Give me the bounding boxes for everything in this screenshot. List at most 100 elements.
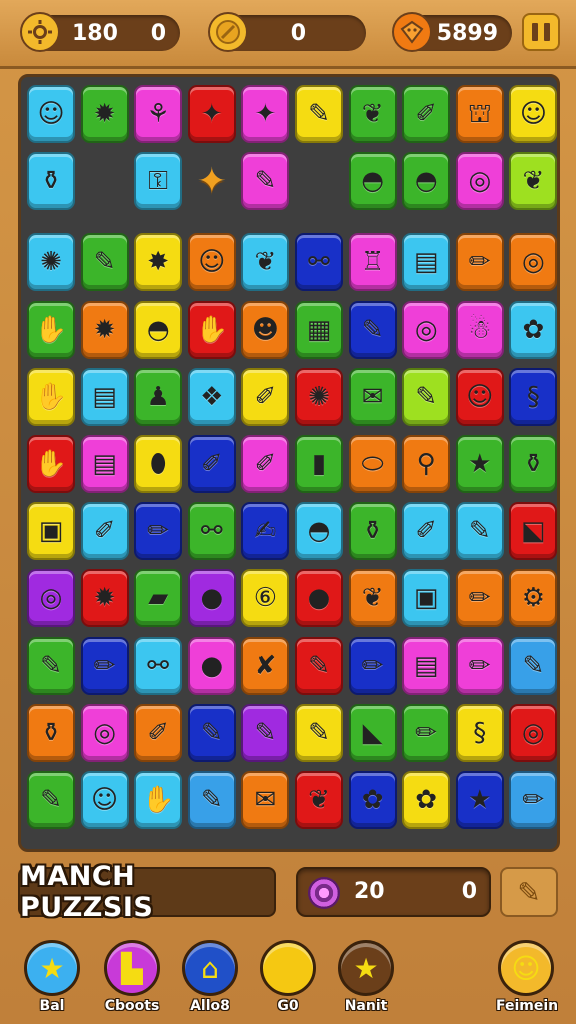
nav-item-5[interactable]: ★ Nanit — [336, 940, 396, 1014]
tile[interactable]: ◎ — [27, 569, 75, 628]
tile[interactable]: ⬮ — [134, 435, 183, 493]
tile[interactable]: ✦ — [187, 85, 236, 143]
tile[interactable]: ☺ — [80, 771, 129, 829]
hammer-tool-button[interactable]: ✎ — [500, 867, 558, 917]
tile[interactable]: ★ — [455, 435, 504, 493]
tile[interactable]: ✏ — [455, 636, 504, 695]
tile[interactable]: ⚱ — [27, 152, 75, 211]
tile[interactable]: ◓ — [402, 152, 451, 211]
tile[interactable]: ✏ — [402, 703, 451, 762]
nav-item-4[interactable]: ● G0 — [258, 940, 318, 1014]
tile[interactable]: ▣ — [27, 502, 75, 561]
tile[interactable]: ◓ — [295, 502, 343, 561]
tile[interactable]: ▮ — [295, 435, 343, 493]
tile[interactable]: ✿ — [402, 771, 451, 829]
tile[interactable]: ◎ — [455, 152, 504, 211]
tile[interactable]: ♖ — [348, 233, 397, 292]
tile[interactable]: ▤ — [402, 636, 451, 695]
tile[interactable]: ⚘ — [134, 85, 183, 143]
tile[interactable]: ✋ — [27, 300, 75, 359]
tile[interactable]: ▰ — [134, 569, 183, 628]
tile[interactable]: ✎ — [27, 771, 75, 829]
tile[interactable]: ⚱ — [348, 502, 397, 561]
tile[interactable]: ● — [295, 569, 343, 628]
nav-item-2[interactable]: ▙ Cboots — [102, 940, 162, 1014]
tile[interactable]: ✋ — [27, 367, 75, 426]
tile[interactable]: ▣ — [402, 569, 451, 628]
tile[interactable]: ✏ — [80, 636, 129, 695]
tile[interactable]: ✎ — [241, 703, 290, 762]
tile[interactable]: ❦ — [295, 771, 343, 829]
tile[interactable]: ⛫ — [455, 85, 504, 143]
tile[interactable]: ✿ — [348, 771, 397, 829]
tile[interactable]: ⚲ — [402, 435, 451, 493]
tile[interactable]: ✐ — [402, 502, 451, 561]
gem-counter[interactable]: 5899 — [392, 12, 512, 52]
tile[interactable]: ⚿ — [134, 152, 183, 211]
tile[interactable]: ✏ — [134, 502, 183, 561]
nav-item-6[interactable]: ☺ Feimein — [496, 940, 558, 1014]
tile[interactable]: ✐ — [402, 85, 451, 143]
tile[interactable]: ✘ — [241, 636, 290, 695]
tile[interactable]: ✉ — [241, 771, 290, 829]
tile[interactable]: ▤ — [402, 233, 451, 292]
tile[interactable]: ◓ — [134, 300, 183, 359]
tile[interactable]: ✋ — [27, 435, 75, 493]
tile[interactable]: ❦ — [348, 85, 397, 143]
tile[interactable]: ✏ — [455, 569, 504, 628]
tile[interactable]: ✎ — [295, 636, 343, 695]
tile[interactable]: ◣ — [348, 703, 397, 762]
gold-counter[interactable]: 0 — [208, 12, 366, 52]
tile[interactable]: ✎ — [27, 636, 75, 695]
tile[interactable]: ❦ — [241, 233, 290, 292]
nav-item-1[interactable]: ★ Bal — [22, 940, 82, 1014]
tile[interactable]: ⚙ — [509, 569, 558, 628]
tile[interactable]: ♟ — [134, 367, 183, 426]
tile[interactable]: ★ — [455, 771, 504, 829]
tile[interactable]: ◓ — [348, 152, 397, 211]
tile[interactable]: ⑥ — [241, 569, 290, 628]
tile[interactable]: ✺ — [27, 233, 75, 292]
tile[interactable]: ☃ — [455, 300, 504, 359]
tile[interactable]: § — [509, 367, 558, 426]
tile[interactable]: ⬭ — [348, 435, 397, 493]
tile[interactable]: ✐ — [134, 703, 183, 762]
tile[interactable]: ✋ — [187, 300, 236, 359]
tile[interactable]: ✎ — [509, 636, 558, 695]
tile[interactable]: ⚯ — [134, 636, 183, 695]
tile[interactable]: ✎ — [241, 152, 290, 211]
tile[interactable]: ⚱ — [27, 703, 75, 762]
tile[interactable]: ☺ — [509, 85, 558, 143]
tile[interactable]: ▤ — [80, 435, 129, 493]
coin-counter[interactable]: 180 0 — [20, 12, 180, 52]
tile[interactable]: ● — [187, 636, 236, 695]
tile[interactable]: ✹ — [80, 569, 129, 628]
tile[interactable]: ◎ — [80, 703, 129, 762]
tile[interactable]: ✏ — [348, 636, 397, 695]
tile[interactable]: ✐ — [241, 435, 290, 493]
tile[interactable]: ✍ — [241, 502, 290, 561]
tile[interactable]: ✐ — [80, 502, 129, 561]
tile[interactable]: ❦ — [348, 569, 397, 628]
tile[interactable]: ✏ — [509, 771, 558, 829]
tile[interactable]: ● — [187, 569, 236, 628]
tile[interactable]: ✺ — [295, 367, 343, 426]
tile[interactable]: ⚱ — [509, 435, 558, 493]
tile[interactable]: ⚯ — [295, 233, 343, 292]
tile[interactable]: ✸ — [134, 233, 183, 292]
tile[interactable]: ✎ — [187, 771, 236, 829]
tile[interactable]: ⬕ — [509, 502, 558, 561]
tile[interactable]: ▦ — [295, 300, 343, 359]
tile[interactable]: ✎ — [187, 703, 236, 762]
tile[interactable]: ☺ — [187, 233, 236, 292]
tile[interactable]: ❖ — [187, 367, 236, 426]
tile[interactable]: ✦ — [241, 85, 290, 143]
tile[interactable]: ⚯ — [187, 502, 236, 561]
tile[interactable]: ☺ — [455, 367, 504, 426]
tile[interactable]: ✎ — [348, 300, 397, 359]
tile[interactable]: ◎ — [509, 703, 558, 762]
tile[interactable]: ◎ — [509, 233, 558, 292]
tile[interactable]: ✏ — [455, 233, 504, 292]
tile[interactable]: ✎ — [295, 703, 343, 762]
tile[interactable]: ✐ — [187, 435, 236, 493]
